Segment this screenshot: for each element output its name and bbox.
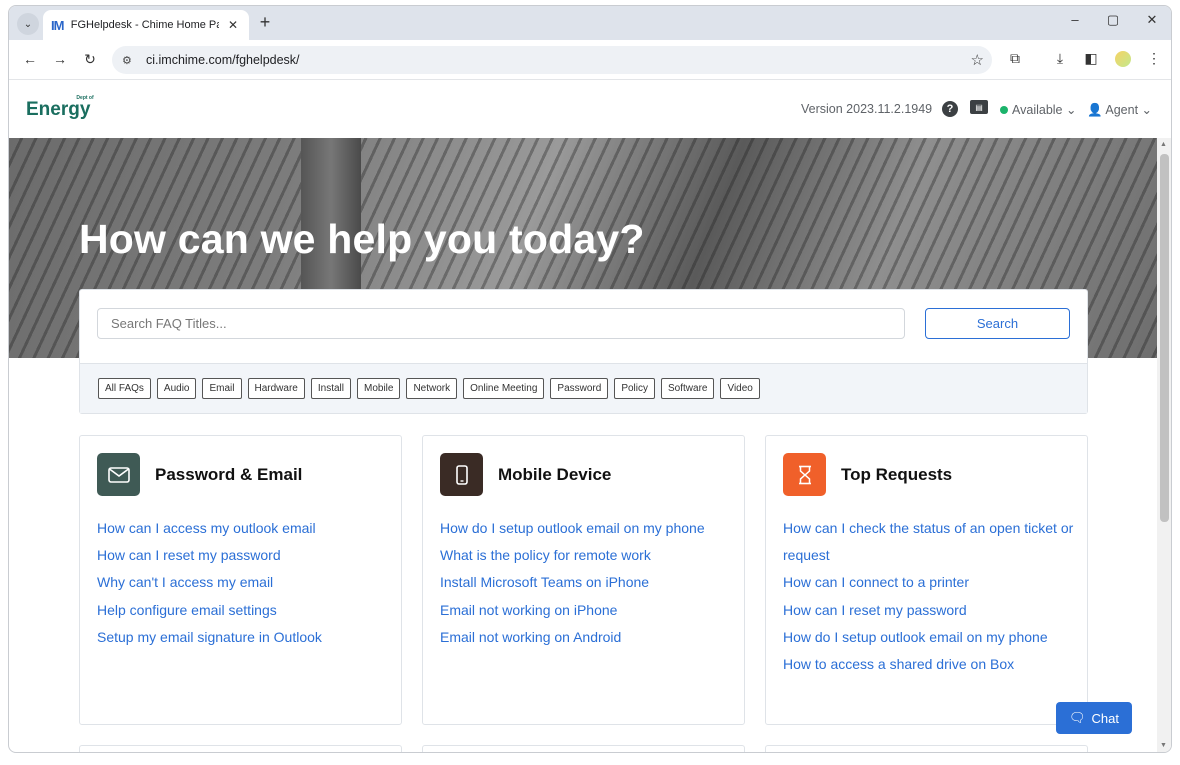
filter-chip[interactable]: Install [310, 378, 351, 399]
app-header: EnergyDept of Version 2023.11.2.1949 ? ▤… [9, 81, 1171, 138]
faq-card: Password & Email How can I access my outl… [79, 435, 402, 725]
card-links: How can I access my outlook email How can… [97, 515, 392, 651]
scroll-thumb[interactable] [1160, 154, 1169, 522]
faq-link[interactable]: Why can't I access my email [97, 569, 392, 596]
logo[interactable]: EnergyDept of [26, 95, 108, 121]
faq-link[interactable]: What is the policy for remote work [440, 542, 735, 569]
user-icon: 👤 [1087, 103, 1103, 117]
browser-toolbar: ← → ↻ ⚙ ci.imchime.com/fghelpdesk/ ☆ ⧉ ⤓… [9, 40, 1171, 80]
faq-link[interactable]: How can I reset my password [783, 597, 1078, 624]
site-info-icon[interactable]: ⚙ [122, 54, 146, 67]
faq-link[interactable]: Help configure email settings [97, 597, 392, 624]
chat-button[interactable]: 🗨 Chat [1056, 702, 1132, 734]
card-title: Top Requests [841, 464, 953, 484]
card-stub [422, 745, 745, 752]
favicon-icon: IM [51, 17, 64, 33]
card-title: Mobile Device [498, 464, 612, 484]
card-header: Mobile Device [440, 453, 611, 496]
faq-link[interactable]: How can I access my outlook email [97, 515, 392, 542]
maximize-icon[interactable]: ▢ [1103, 12, 1123, 28]
hero-title: How can we help you today? [79, 216, 645, 262]
faq-link[interactable]: Email not working on iPhone [440, 597, 735, 624]
search-input[interactable] [97, 308, 905, 339]
filter-chip[interactable]: Hardware [247, 378, 305, 399]
filter-chip[interactable]: All FAQs [98, 378, 151, 399]
back-arrow-icon[interactable]: ← [21, 51, 39, 67]
faq-link[interactable]: How do I setup outlook email on my phone [783, 624, 1078, 651]
faq-filter-bar: All FAQs Audio Email Hardware Install Mobile N… [80, 363, 1087, 413]
close-window-icon[interactable]: ✕ [1142, 12, 1162, 28]
faq-card: Top Requests How can I check the status o… [765, 435, 1088, 725]
side-panel-icon[interactable]: ◧ [1082, 50, 1100, 67]
faq-link[interactable]: How can I check the status of an open ti… [783, 515, 1078, 569]
faq-link[interactable]: Email not working on Android [440, 624, 735, 651]
address-bar[interactable]: ⚙ ci.imchime.com/fghelpdesk/ ☆ [112, 46, 992, 74]
faq-link[interactable]: How can I reset my password [97, 542, 392, 569]
card-stub [765, 745, 1088, 752]
filter-chip[interactable]: Online Meeting [463, 378, 545, 399]
search-panel: Search All FAQsAudioEmailHardwareInstall… [79, 289, 1088, 414]
card-links: How do I setup outlook email on my phone… [440, 515, 735, 651]
chevron-down-icon: ⌄ [1141, 103, 1153, 117]
chat-label: Chat [1091, 710, 1119, 726]
mobile-phone-icon [440, 453, 483, 496]
envelope-icon [97, 453, 140, 496]
faq-link[interactable]: How to access a shared drive on Box [783, 651, 1078, 678]
reload-icon[interactable]: ↻ [81, 51, 99, 68]
browser-tab[interactable]: IM FGHelpdesk - Chime Home Pa ✕ [43, 10, 249, 40]
filter-chip[interactable]: Policy [614, 378, 655, 399]
filter-chip[interactable]: Password [550, 378, 609, 399]
logo-superscript: Dept of [76, 94, 94, 101]
forward-arrow-icon[interactable]: → [51, 51, 69, 67]
id-card-icon[interactable]: ▤ [970, 100, 988, 114]
hourglass-icon [783, 453, 826, 496]
filter-chip[interactable]: Video [720, 378, 760, 399]
tab-close-icon[interactable]: ✕ [225, 18, 241, 32]
filter-chip[interactable]: Mobile [356, 378, 401, 399]
browser-window: ⌄ IM FGHelpdesk - Chime Home Pa ✕ + – ▢ … [8, 5, 1172, 753]
filter-chip[interactable]: Network [406, 378, 458, 399]
tab-search-icon[interactable]: ⌄ [17, 13, 39, 35]
profile-avatar[interactable] [1115, 51, 1131, 67]
card-links: How can I check the status of an open ti… [783, 515, 1078, 678]
bookmark-star-icon[interactable]: ☆ [971, 51, 984, 69]
faq-card: Mobile Device How do I setup outlook emai… [422, 435, 745, 725]
agent-label: Agent [1105, 103, 1139, 117]
extensions-icon[interactable]: ⧉ [1006, 50, 1024, 67]
scroll-down-icon[interactable]: ▼ [1160, 742, 1167, 749]
card-title: Password & Email [155, 464, 303, 484]
url-text: ci.imchime.com/fghelpdesk/ [146, 53, 300, 67]
status-dot-icon [1000, 106, 1008, 114]
logo-text: Energy [26, 99, 91, 120]
faq-link[interactable]: Setup my email signature in Outlook [97, 624, 392, 651]
version-label: Version 2023.11.2.1949 [801, 102, 933, 116]
tab-strip: ⌄ IM FGHelpdesk - Chime Home Pa ✕ + – ▢ … [9, 6, 1171, 40]
faq-link[interactable]: How can I connect to a printer [783, 569, 1078, 596]
availability-dropdown[interactable]: Available ⌄ [1012, 102, 1076, 117]
chevron-down-icon: ⌄ [1066, 103, 1077, 117]
browser-menu-icon[interactable]: ⋮ [1145, 50, 1163, 67]
chat-bubble-icon: 🗨 [1069, 710, 1086, 725]
card-header: Password & Email [97, 453, 302, 496]
page-scrollbar[interactable]: ▲ ▼ [1157, 138, 1171, 752]
faq-link[interactable]: Install Microsoft Teams on iPhone [440, 569, 735, 596]
availability-label: Available [1012, 103, 1063, 117]
help-icon[interactable]: ? [942, 101, 958, 117]
search-button[interactable]: Search [925, 308, 1070, 339]
filter-chip[interactable]: Software [661, 378, 715, 399]
scroll-up-icon[interactable]: ▲ [1160, 141, 1167, 148]
faq-link[interactable]: How do I setup outlook email on my phone [440, 515, 735, 542]
filter-chip[interactable]: Audio [156, 378, 197, 399]
minimize-icon[interactable]: – [1065, 12, 1085, 27]
filter-chip[interactable]: Email [202, 378, 242, 399]
download-icon[interactable]: ⤓ [1051, 50, 1069, 67]
tab-title: FGHelpdesk - Chime Home Pa [70, 19, 220, 31]
new-tab-icon[interactable]: + [255, 12, 275, 33]
card-stub [79, 745, 402, 752]
agent-dropdown[interactable]: 👤 Agent ⌄ [1087, 102, 1152, 118]
card-header: Top Requests [783, 453, 952, 496]
